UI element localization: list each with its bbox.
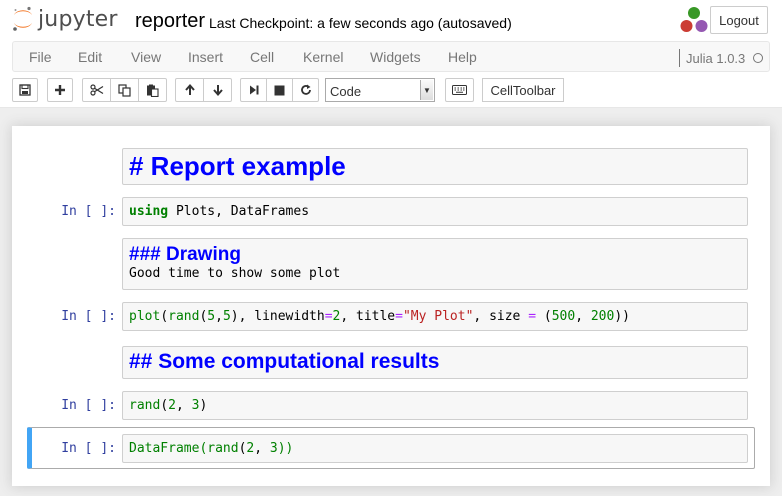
code-token: 2	[168, 398, 176, 413]
jupyter-logo[interactable]: jupyter	[12, 4, 118, 34]
menu-widgets[interactable]: Widgets	[370, 49, 421, 65]
cell-type-value: Code	[330, 84, 362, 99]
code-token: ,	[175, 398, 192, 413]
menubar: File Edit View Insert Cell Kernel Widget…	[12, 41, 770, 72]
code-token: (	[536, 309, 552, 324]
code-token: rand	[168, 309, 200, 324]
step-forward-icon	[249, 85, 258, 95]
cut-button[interactable]	[82, 78, 111, 102]
cut-icon	[89, 84, 103, 96]
arrow-up-icon	[184, 84, 195, 95]
cell-input-area[interactable]: rand(2, 3)	[122, 391, 748, 420]
copy-button[interactable]	[110, 78, 139, 102]
code-token: 5	[207, 309, 216, 324]
code-token: rand	[129, 398, 161, 413]
cell-code: plot(rand(5,5), linewidth=2, title="My P…	[129, 309, 630, 324]
jupyter-logo-icon	[13, 6, 32, 31]
input-prompt: In [ ]:	[61, 398, 116, 413]
save-icon	[19, 84, 31, 96]
code-token: ,	[215, 309, 223, 324]
kernel-status-icon	[753, 53, 764, 63]
menu-edit[interactable]: Edit	[78, 49, 102, 65]
plus-icon	[55, 85, 65, 95]
code-token: ), linewidth	[230, 309, 325, 324]
code-token: (	[160, 398, 169, 413]
checkpoint-status: Last Checkpoint: a few seconds ago (auto…	[209, 15, 512, 31]
input-prompt: In [ ]:	[61, 441, 116, 456]
code-token: ,	[254, 441, 270, 456]
keyboard-icon	[452, 85, 467, 95]
cell-code: using Plots, DataFrames	[129, 204, 309, 219]
markdown-heading-3: ### Drawing	[129, 244, 241, 265]
code-token: =	[324, 309, 333, 324]
code-keyword: using	[129, 204, 169, 219]
code-token: =	[395, 309, 403, 324]
input-prompt: In [ ]:	[61, 204, 116, 219]
kernel-separator	[679, 49, 680, 67]
cell-input-area[interactable]: using Plots, DataFrames	[122, 197, 748, 226]
notebook-container: # Report example In [ ]: using Plots, Da…	[12, 126, 770, 486]
logout-button[interactable]: Logout	[710, 6, 768, 34]
run-button[interactable]	[240, 78, 267, 102]
code-token: ))	[277, 441, 294, 456]
markdown-heading-2: ## Some computational results	[129, 350, 440, 373]
kernel-name: Julia 1.0.3	[686, 50, 746, 66]
menu-view[interactable]: View	[131, 49, 161, 65]
insert-cell-button[interactable]	[47, 78, 73, 102]
menu-help[interactable]: Help	[448, 49, 477, 65]
chevron-down-icon: ▼	[420, 80, 433, 100]
menu-insert[interactable]: Insert	[188, 49, 223, 65]
cell-code: DataFrame(rand(2, 3))	[129, 441, 293, 456]
stop-icon	[274, 85, 285, 95]
header: jupyter reporter Last Checkpoint: a few …	[0, 0, 782, 108]
code-token: , title	[340, 309, 396, 324]
celltoolbar-button[interactable]: CellToolbar	[482, 78, 564, 102]
copy-icon	[118, 83, 131, 97]
paste-button[interactable]	[138, 78, 167, 102]
julia-logo-icon	[680, 7, 708, 32]
code-token: DataFrame	[129, 441, 200, 456]
cell-code: rand(2, 3)	[129, 398, 207, 413]
code-token: "My Plot"	[402, 309, 474, 324]
cell-input-area[interactable]: DataFrame(rand(2, 3))	[122, 434, 748, 463]
menu-cell[interactable]: Cell	[250, 49, 274, 65]
markdown-heading-1: # Report example	[129, 151, 346, 181]
paste-icon	[147, 84, 159, 97]
command-palette-button[interactable]	[445, 78, 474, 102]
markdown-body-text: Good time to show some plot	[129, 266, 341, 281]
menu-file[interactable]: File	[29, 49, 52, 65]
code-token: 500	[551, 309, 576, 324]
code-token: 5	[222, 309, 231, 324]
move-up-button[interactable]	[175, 78, 204, 102]
interrupt-button[interactable]	[266, 78, 293, 102]
cell-input-area[interactable]: # Report example	[122, 148, 748, 185]
menu-kernel[interactable]: Kernel	[303, 49, 343, 65]
notebook-name[interactable]: reporter	[135, 10, 205, 33]
code-token: )	[199, 398, 208, 413]
arrow-down-icon	[212, 85, 223, 96]
code-token: =	[528, 309, 537, 324]
code-token: 200	[590, 309, 615, 324]
code-token: ))	[614, 309, 630, 324]
move-down-button[interactable]	[203, 78, 232, 102]
save-button[interactable]	[12, 78, 38, 102]
logo-text: jupyter	[38, 6, 118, 32]
code-token: plot	[129, 309, 161, 324]
refresh-icon	[300, 84, 311, 95]
code-text: Plots, DataFrames	[168, 204, 310, 219]
input-prompt: In [ ]:	[61, 309, 116, 324]
code-token: (	[160, 309, 169, 324]
cell-input-area[interactable]: ## Some computational results	[122, 346, 748, 379]
code-token: rand	[207, 441, 239, 456]
kernel-indicator: Julia 1.0.3	[679, 49, 764, 67]
code-token: , size	[473, 309, 529, 324]
restart-button[interactable]	[292, 78, 319, 102]
cell-type-select[interactable]: Code ▼	[325, 78, 435, 102]
cell-input-area[interactable]: plot(rand(5,5), linewidth=2, title="My P…	[122, 302, 748, 331]
cell-input-area[interactable]: ### Drawing Good time to show some plot	[122, 238, 748, 290]
code-token: ,	[575, 309, 591, 324]
code-token: 3	[269, 441, 278, 456]
